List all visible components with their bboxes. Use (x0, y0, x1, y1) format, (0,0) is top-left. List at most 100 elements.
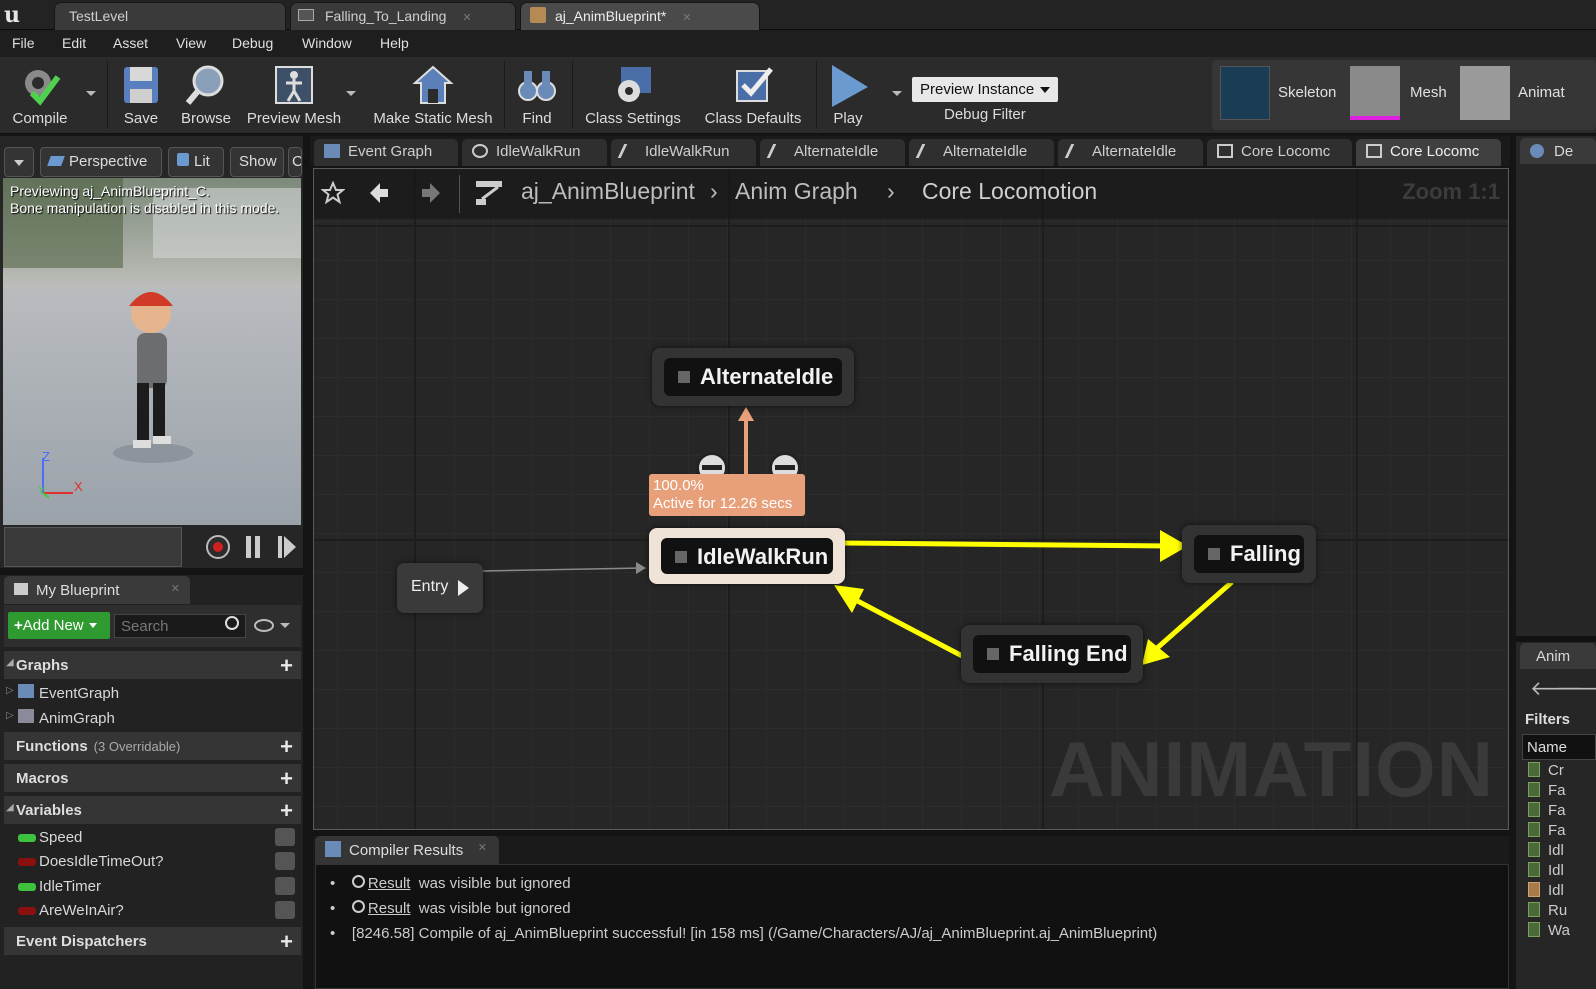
add-macro-icon[interactable]: + (280, 766, 293, 792)
menu-asset[interactable]: Asset (113, 35, 148, 51)
mesh-mode-icon[interactable] (1350, 66, 1400, 120)
close-icon[interactable]: ✕ (682, 12, 691, 24)
log-result-link[interactable]: Result (368, 900, 411, 917)
viewport-options-dropdown[interactable] (4, 147, 34, 177)
compile-button[interactable]: Compile (4, 57, 76, 133)
preview-scene-image[interactable] (3, 178, 301, 525)
compiler-results-tab[interactable]: Compiler Results ✕ (315, 836, 499, 864)
tab-core-locomotion-2[interactable]: Core Locomc (1356, 139, 1501, 166)
skeleton-mode-label[interactable]: Skeleton (1278, 84, 1336, 101)
close-icon[interactable]: ✕ (478, 841, 487, 854)
graph-item-eventgraph[interactable]: ▷ EventGraph (4, 681, 301, 705)
unreal-logo-icon[interactable]: u (4, 2, 30, 28)
mesh-mode-label[interactable]: Mesh (1410, 84, 1447, 101)
add-graph-icon[interactable]: + (280, 653, 293, 679)
variable-visibility-icon[interactable] (275, 852, 295, 870)
graphs-section[interactable]: ◢ Graphs + (4, 651, 301, 679)
search-input[interactable]: Search (114, 614, 246, 638)
preview-mesh-dropdown-icon[interactable] (346, 91, 356, 96)
more-viewport-button[interactable]: C (288, 147, 302, 177)
entry-node[interactable]: Entry (397, 563, 483, 613)
asset-row[interactable]: Idl (1528, 882, 1596, 902)
add-variable-icon[interactable]: + (280, 798, 293, 824)
save-button[interactable]: Save (112, 57, 170, 133)
tab-event-graph[interactable]: Event Graph (314, 139, 458, 166)
asset-row[interactable]: Fa (1528, 822, 1596, 842)
asset-row[interactable]: Fa (1528, 802, 1596, 822)
close-icon[interactable]: ✕ (171, 582, 180, 595)
browse-button[interactable]: Browse (174, 57, 238, 133)
animation-mode-label[interactable]: Animat (1518, 84, 1565, 101)
transition-falling-to-falling-end[interactable] (1154, 580, 1234, 651)
anim-tab[interactable]: Anim (1520, 643, 1596, 669)
tab-idlewalkrun-2[interactable]: IdleWalkRun (611, 139, 756, 166)
record-button[interactable] (206, 535, 230, 559)
state-node-alternateidle[interactable]: AlternateIdle (652, 348, 854, 406)
perspective-button[interactable]: Perspective (40, 147, 162, 177)
menu-debug[interactable]: Debug (232, 35, 273, 51)
compile-options-dropdown-icon[interactable] (86, 91, 96, 96)
file-tab-testlevel[interactable]: TestLevel (54, 2, 286, 30)
show-button[interactable]: Show (230, 147, 284, 177)
tab-alternateidle-3[interactable]: AlternateIdle (1058, 139, 1203, 166)
add-function-icon[interactable]: + (280, 734, 293, 760)
log-result-link[interactable]: Result (368, 875, 411, 892)
make-static-mesh-button[interactable]: Make Static Mesh (368, 57, 498, 133)
class-defaults-button[interactable]: Class Defaults (698, 57, 808, 133)
variable-visibility-icon[interactable] (275, 901, 295, 919)
event-dispatchers-section[interactable]: Event Dispatchers + (4, 927, 301, 955)
close-icon[interactable]: ✕ (462, 12, 471, 24)
state-node-idlewalkrun[interactable]: IdleWalkRun (649, 528, 845, 584)
add-event-dispatcher-icon[interactable]: + (280, 929, 293, 955)
file-tab-falling-to-landing[interactable]: Falling_To_Landing ✕ (290, 2, 516, 30)
play-button[interactable]: Play (820, 57, 876, 133)
menu-help[interactable]: Help (380, 35, 409, 51)
state-node-falling-end[interactable]: Falling End (961, 625, 1143, 683)
tab-core-locomotion-1[interactable]: Core Locomc (1207, 139, 1352, 166)
transition-idle-to-falling[interactable] (841, 540, 1175, 549)
asset-row[interactable]: Idl (1528, 842, 1596, 862)
details-tab[interactable]: De (1520, 138, 1596, 164)
graph-item-animgraph[interactable]: ▷ AnimGraph (4, 706, 301, 730)
state-node-falling[interactable]: Falling (1182, 525, 1316, 583)
view-options-dropdown-icon[interactable] (280, 623, 290, 628)
variables-section[interactable]: ◢ Variables + (4, 796, 301, 824)
find-button[interactable]: Find (510, 57, 564, 133)
menu-view[interactable]: View (176, 35, 206, 51)
asset-row[interactable]: Cr (1528, 762, 1596, 782)
graph-canvas[interactable]: aj_AnimBlueprint › Anim Graph › Core Loc… (313, 168, 1509, 830)
pause-button[interactable] (246, 536, 262, 558)
step-forward-button[interactable] (278, 536, 296, 558)
tab-alternateidle-2[interactable]: AlternateIdle (909, 139, 1054, 166)
variable-visibility-icon[interactable] (275, 877, 295, 895)
variable-visibility-icon[interactable] (275, 828, 295, 846)
timeline-scrubber[interactable] (4, 527, 182, 567)
transition-falling-end-to-idle[interactable] (848, 594, 968, 661)
menu-edit[interactable]: Edit (62, 35, 86, 51)
variable-row-speed[interactable]: Speed (4, 826, 301, 850)
add-new-button[interactable]: +Add New (8, 612, 110, 639)
eye-icon[interactable] (254, 619, 274, 632)
variable-row-does-idle-time-out[interactable]: DoesIdleTimeOut? (4, 850, 301, 874)
class-settings-button[interactable]: Class Settings (578, 57, 688, 133)
asset-row[interactable]: Wa (1528, 922, 1596, 942)
my-blueprint-tab[interactable]: My Blueprint ✕ (4, 576, 190, 604)
file-tab-anim-blueprint[interactable]: aj_AnimBlueprint* ✕ (520, 2, 760, 30)
functions-section[interactable]: Functions (3 Overridable) + (4, 732, 301, 760)
forward-arrow-icon[interactable]: 🡒 (1556, 676, 1596, 701)
tab-alternateidle-1[interactable]: AlternateIdle (760, 139, 905, 166)
menu-file[interactable]: File (12, 35, 35, 51)
animation-mode-icon[interactable] (1460, 66, 1510, 120)
variable-row-are-we-in-air[interactable]: AreWeInAir? (4, 899, 301, 923)
menu-window[interactable]: Window (302, 35, 352, 51)
asset-row[interactable]: Ru (1528, 902, 1596, 922)
filters-button[interactable]: Filters (1525, 711, 1570, 728)
tab-idlewalkrun-1[interactable]: IdleWalkRun (462, 139, 607, 166)
name-column-header[interactable]: Name (1522, 734, 1596, 760)
variable-row-idle-timer[interactable]: IdleTimer (4, 875, 301, 899)
skeleton-mode-icon[interactable] (1220, 66, 1270, 120)
preview-mesh-button[interactable]: Preview Mesh (244, 57, 344, 133)
debug-filter-select[interactable]: Preview Instance (912, 77, 1058, 102)
exec-pin-icon[interactable] (458, 580, 469, 596)
lit-button[interactable]: Lit (168, 147, 224, 177)
